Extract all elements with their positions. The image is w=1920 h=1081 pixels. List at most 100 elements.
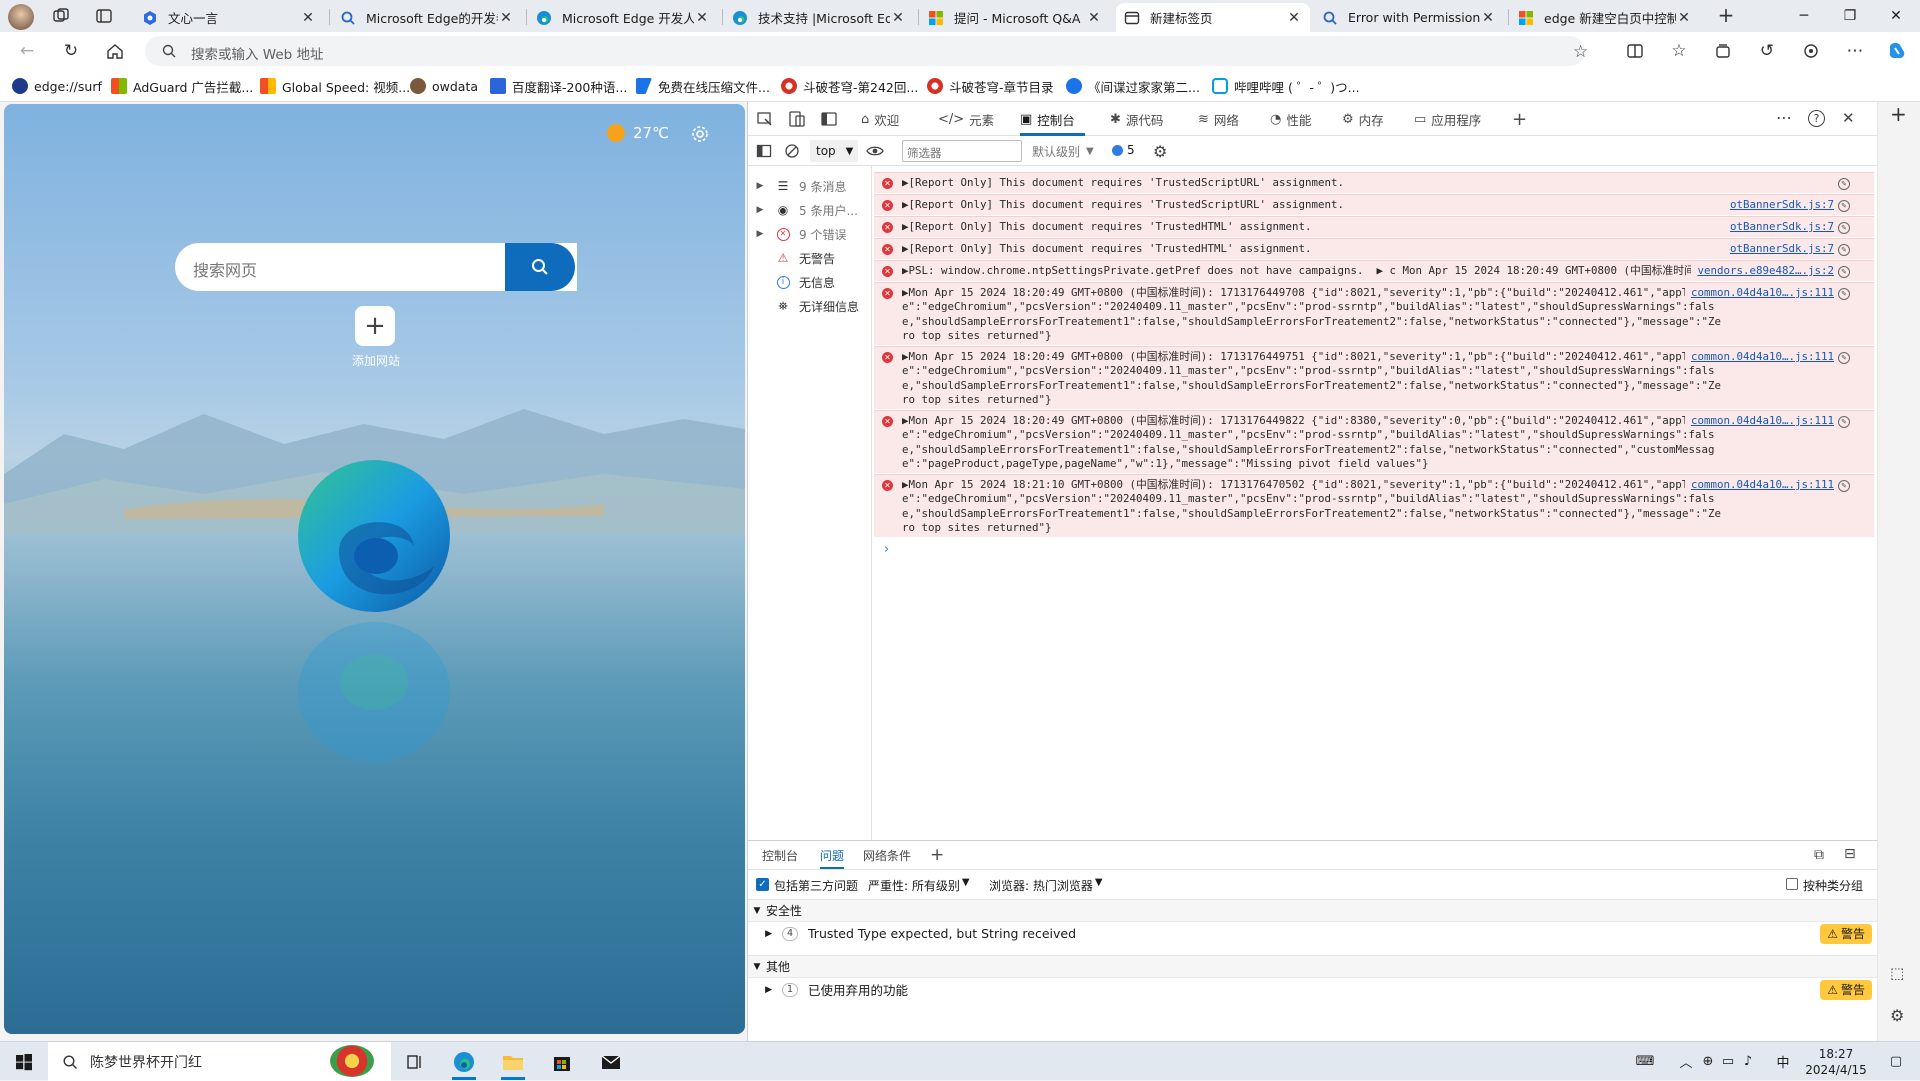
keyboard-layout-icon[interactable]: ⌨ [1628, 1042, 1662, 1081]
power-tray-icon[interactable]: ▭ [1718, 1042, 1738, 1081]
source-link[interactable]: common.04d4a10….js:111 [1684, 286, 1834, 301]
taskbar-edge-app[interactable] [440, 1042, 488, 1081]
issue-row[interactable]: ▶ 4 Trusted Type expected, but String re… [748, 921, 1878, 945]
workspaces-icon[interactable] [52, 7, 70, 25]
source-link[interactable]: otBannerSdk.js:7 [1723, 242, 1834, 257]
add-site-button[interactable]: + [355, 306, 395, 346]
ai-explain-icon[interactable]: ✎ [1838, 480, 1850, 492]
source-link[interactable]: common.04d4a10….js:111 [1684, 414, 1834, 429]
console-error-message[interactable]: ✕ ▶Mon Apr 15 2024 18:20:49 GMT+0800 (中国… [874, 410, 1874, 473]
collections-icon[interactable] [1708, 36, 1738, 66]
favorite-item[interactable]: 百度翻译-200种语... [490, 77, 627, 95]
close-drawer-icon[interactable]: ⊟ [1844, 846, 1856, 862]
refresh-button[interactable]: ↻ [56, 36, 86, 66]
tab-3[interactable]: 技术支持 |Microsoft Edg ✕ [724, 3, 914, 32]
settings-gear-icon[interactable] [690, 124, 710, 144]
copilot-button[interactable] [1882, 36, 1912, 66]
issues-counter[interactable]: 5 [1112, 143, 1135, 157]
search-button[interactable] [505, 243, 575, 291]
issue-category-security[interactable]: ▼ 安全性 [748, 899, 1878, 921]
favorite-item[interactable]: 哔哩哔哩 ( ゜- ゜)つ... [1212, 77, 1360, 95]
source-link[interactable]: otBannerSdk.js:7 [1723, 220, 1834, 235]
close-tab-icon[interactable]: ✕ [890, 10, 906, 26]
devtools-tab-console[interactable]: ▣ 控制台 [1020, 102, 1085, 136]
console-error-message[interactable]: ✕ ▶Mon Apr 15 2024 18:21:10 GMT+0800 (中国… [874, 474, 1874, 537]
favorite-star-icon[interactable]: ☆ [1573, 42, 1588, 62]
console-error-message[interactable]: ✕ ▶[Report Only] This document requires … [874, 238, 1874, 259]
close-tab-icon[interactable]: ✕ [300, 10, 316, 26]
taskbar-explorer-app[interactable] [489, 1042, 537, 1081]
dock-sidebar-icon[interactable] [820, 110, 838, 128]
close-tab-icon[interactable]: ✕ [694, 10, 710, 26]
console-prompt[interactable]: › [884, 542, 889, 557]
devtools-tab-application[interactable]: ▭ 应用程序 [1414, 102, 1481, 136]
weather-widget[interactable]: 27℃ [607, 124, 669, 142]
ai-explain-icon[interactable]: ✎ [1838, 244, 1850, 256]
console-error-message[interactable]: ✕ ▶[Report Only] This document requires … [874, 216, 1874, 237]
log-level-dropdown[interactable]: 默认级别 ▼ [1032, 143, 1094, 160]
ai-explain-icon[interactable]: ✎ [1838, 266, 1850, 278]
address-bar[interactable]: 搜索或输入 Web 地址 ☆ [145, 36, 1588, 66]
favorites-icon[interactable]: ☆ [1664, 36, 1694, 66]
help-icon[interactable]: ? [1808, 110, 1825, 127]
tab-1[interactable]: Microsoft Edge的开发者 ✕ [332, 3, 522, 32]
third-party-checkbox[interactable]: ✓ [756, 878, 769, 891]
add-drawer-tool-button[interactable]: + [930, 841, 944, 869]
favorite-item[interactable]: 斗破苍穹-第242回... [781, 77, 918, 95]
close-tab-icon[interactable]: ✕ [498, 10, 514, 26]
favorite-item[interactable]: Global Speed: 视频... [260, 77, 410, 95]
ai-explain-icon[interactable]: ✎ [1838, 222, 1850, 234]
minimize-button[interactable]: ─ [1781, 0, 1827, 32]
device-emulation-icon[interactable] [788, 110, 806, 128]
taskbar-search-box[interactable]: 陈梦世界杯开门红 [48, 1042, 391, 1081]
source-link[interactable]: otBannerSdk.js:7 [1723, 198, 1834, 213]
clear-console-icon[interactable] [784, 143, 800, 159]
sidebar-item-warnings[interactable]: ⚠ 无警告 [748, 246, 872, 270]
ai-explain-icon[interactable]: ✎ [1838, 178, 1850, 190]
favorite-item[interactable]: 《间谍过家家第二... [1066, 77, 1200, 95]
ai-explain-icon[interactable]: ✎ [1838, 352, 1850, 364]
group-by-kind-checkbox[interactable] [1786, 878, 1798, 890]
console-error-message[interactable]: ✕ ▶Mon Apr 15 2024 18:20:49 GMT+0800 (中国… [874, 346, 1874, 409]
sidebar-item-errors[interactable]: ▶ ✕ 9 个错误 [748, 222, 872, 246]
browser-dropdown[interactable]: 浏览器: 热门浏览器 ▼ [989, 877, 1103, 894]
console-settings-gear-icon[interactable]: ⚙ [1153, 142, 1167, 161]
home-button[interactable] [100, 36, 130, 66]
tray-overflow-chevron-icon[interactable]: ︿ [1676, 1042, 1696, 1081]
volume-tray-icon[interactable]: ♪ [1738, 1042, 1758, 1081]
network-tray-icon[interactable]: ⊕ [1698, 1042, 1718, 1081]
notification-center-icon[interactable]: ▢ [1872, 1042, 1920, 1081]
more-tools-button[interactable]: + [1512, 102, 1527, 136]
split-screen-icon[interactable] [1620, 36, 1650, 66]
sidebar-settings-gear-icon[interactable]: ⚙ [1890, 1006, 1904, 1025]
profile-avatar[interactable] [8, 4, 34, 30]
source-link[interactable]: vendors.e89e482….js:2 [1691, 264, 1834, 279]
devtools-tab-network[interactable]: ≋ 网络 [1198, 102, 1239, 136]
severity-dropdown[interactable]: 严重性: 所有级别 ▼ [868, 877, 970, 894]
source-link[interactable]: common.04d4a10….js:111 [1684, 350, 1834, 365]
new-tab-button[interactable]: + [1714, 4, 1738, 28]
close-tab-icon[interactable]: ✕ [1286, 10, 1302, 26]
devtools-tab-performance[interactable]: ◔ 性能 [1270, 102, 1311, 136]
sidebar-item-verbose[interactable]: ⛯ 无详细信息 [748, 294, 872, 318]
devtools-tab-sources[interactable]: ✱ 源代码 [1110, 102, 1163, 136]
tab-5-active[interactable]: 新建标签页 ✕ [1116, 3, 1310, 32]
close-devtools-icon[interactable]: ✕ [1842, 109, 1855, 127]
inspect-icon[interactable] [756, 110, 774, 128]
drawer-tab-console[interactable]: 控制台 [762, 841, 798, 869]
clock[interactable]: 18:27 2024/4/15 [1800, 1042, 1872, 1081]
issue-category-other[interactable]: ▼ 其他 [748, 955, 1878, 977]
favorite-item[interactable]: 免费在线压缩文件... [636, 77, 770, 95]
add-sidebar-app-button[interactable]: + [1890, 102, 1907, 126]
restore-button[interactable]: ❐ [1827, 0, 1873, 32]
issue-row[interactable]: ▶ 1 已使用弃用的功能 ⚠ 警告 [748, 977, 1878, 1001]
devtools-tab-welcome[interactable]: ⌂ 欢迎 [861, 102, 899, 136]
close-tab-icon[interactable]: ✕ [1086, 10, 1102, 26]
console-error-message[interactable]: ✕ ▶Mon Apr 15 2024 18:20:49 GMT+0800 (中国… [874, 282, 1874, 345]
show-sidebar-icon[interactable] [756, 143, 772, 159]
taskbar-store-app[interactable] [538, 1042, 586, 1081]
task-view-button[interactable] [391, 1042, 439, 1081]
close-tab-icon[interactable]: ✕ [1676, 10, 1692, 26]
sidebar-item-info[interactable]: i 无信息 [748, 270, 872, 294]
history-icon[interactable]: ↺ [1752, 36, 1782, 66]
